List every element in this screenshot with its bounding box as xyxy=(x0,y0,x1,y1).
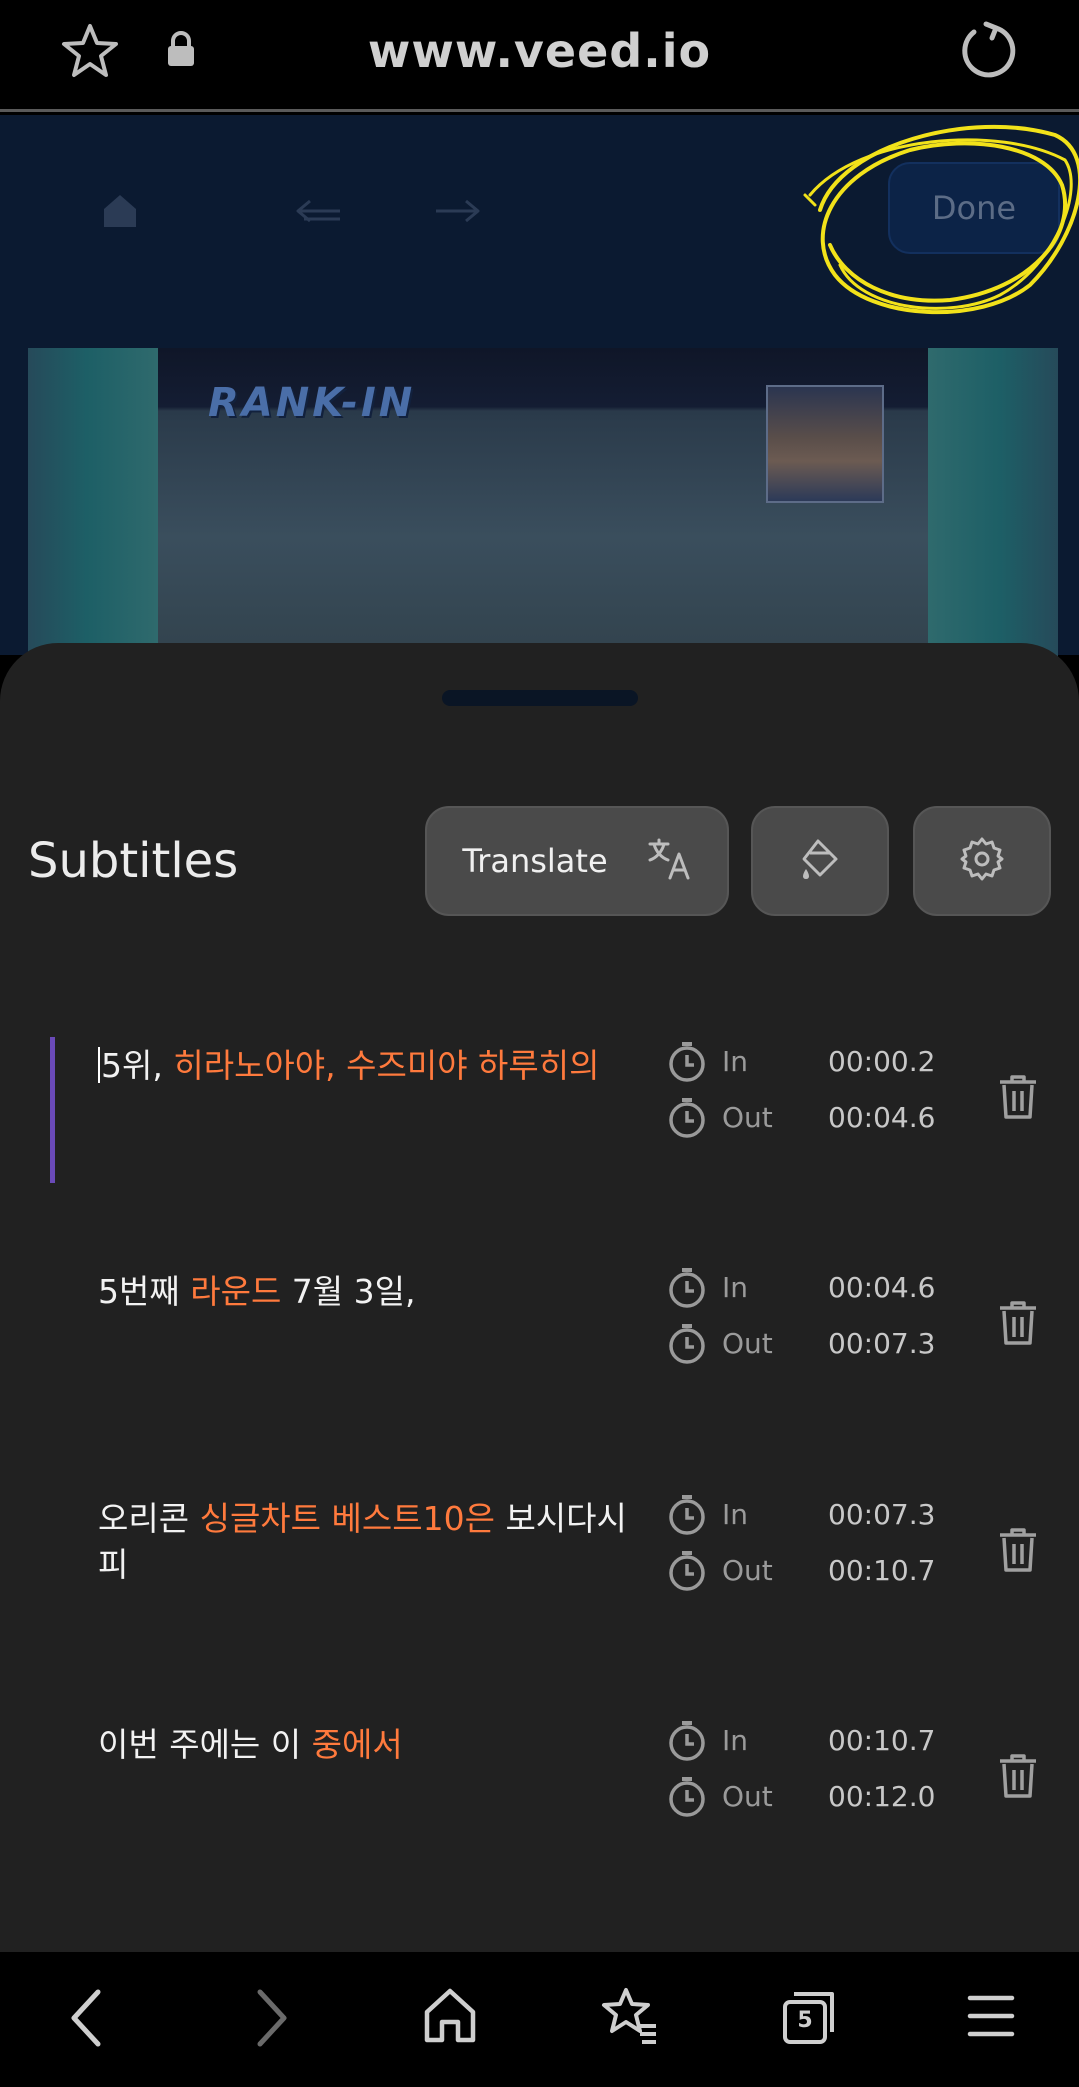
paint-bucket-icon xyxy=(796,835,844,887)
clock-icon xyxy=(667,1041,707,1087)
subtitles-sheet: Subtitles Translate 5위, 히라노아야, 수즈미야 하루히의… xyxy=(0,643,1079,1953)
subtitle-text[interactable]: 5위, 히라노아야, 수즈미야 하루히의 xyxy=(98,1043,638,1089)
time-out-label: Out xyxy=(722,1327,773,1360)
clock-icon xyxy=(667,1776,707,1822)
clock-icon xyxy=(667,1097,707,1143)
clock-icon xyxy=(667,1494,707,1540)
time-out-value[interactable]: 00:04.6 xyxy=(828,1101,935,1134)
clock-icon xyxy=(667,1720,707,1766)
translate-label: Translate xyxy=(462,842,608,880)
time-in-label: In xyxy=(722,1498,749,1531)
settings-button[interactable] xyxy=(913,806,1051,916)
subtitle-text[interactable]: 오리콘 싱글차트 베스트10은 보시다시피 xyxy=(98,1496,638,1588)
forward-icon[interactable] xyxy=(252,1986,292,2054)
time-in-value[interactable]: 00:00.2 xyxy=(828,1045,935,1078)
redo-icon[interactable] xyxy=(432,191,482,231)
subtitle-text[interactable]: 5번째 라운드 7월 3일, xyxy=(98,1269,638,1315)
browser-nav-bar: 5 xyxy=(0,1952,1079,2087)
editor-area: Done RANK-IN xyxy=(0,115,1079,768)
time-in-value[interactable]: 00:04.6 xyxy=(828,1271,935,1304)
time-out-value[interactable]: 00:12.0 xyxy=(828,1780,935,1813)
reload-icon[interactable] xyxy=(958,20,1018,84)
gear-icon xyxy=(958,835,1006,887)
home-icon[interactable] xyxy=(100,191,140,235)
yellow-circle-annotation xyxy=(800,115,1079,349)
browser-url-bar: www.veed.io xyxy=(0,0,1079,112)
trash-icon[interactable] xyxy=(996,1526,1040,1578)
sheet-title: Subtitles xyxy=(28,833,239,889)
translate-icon xyxy=(646,836,692,886)
clock-icon xyxy=(667,1267,707,1313)
time-in-label: In xyxy=(722,1271,749,1304)
bookmarks-icon[interactable] xyxy=(600,1986,660,2050)
time-out-value[interactable]: 00:07.3 xyxy=(828,1327,935,1360)
preview-overlay-text: RANK-IN xyxy=(208,380,416,426)
style-button[interactable] xyxy=(751,806,889,916)
time-in-label: In xyxy=(722,1045,749,1078)
undo-icon[interactable] xyxy=(294,191,344,231)
trash-icon[interactable] xyxy=(996,1073,1040,1125)
time-out-label: Out xyxy=(722,1554,773,1587)
clock-icon xyxy=(667,1323,707,1369)
back-icon[interactable] xyxy=(66,1986,106,2054)
time-out-value[interactable]: 00:10.7 xyxy=(828,1554,935,1587)
text-cursor xyxy=(98,1047,100,1083)
active-row-indicator xyxy=(50,1037,55,1183)
subtitle-row[interactable]: 이번 주에는 이 중에서 In 00:10.7 Out 00:12.0 xyxy=(0,1720,1079,1840)
translate-button[interactable]: Translate xyxy=(425,806,729,916)
preview-inset-image xyxy=(766,385,884,503)
clock-icon xyxy=(667,1550,707,1596)
url-text[interactable]: www.veed.io xyxy=(0,24,1079,78)
home-icon[interactable] xyxy=(422,1986,478,2050)
subtitle-row[interactable]: 오리콘 싱글차트 베스트10은 보시다시피 In 00:07.3 Out 00:… xyxy=(0,1494,1079,1614)
menu-icon[interactable] xyxy=(966,1986,1016,2050)
time-out-label: Out xyxy=(722,1101,773,1134)
sheet-drag-handle[interactable] xyxy=(442,690,638,706)
tabs-icon[interactable]: 5 xyxy=(780,1986,834,2046)
subtitle-row[interactable]: 5위, 히라노아야, 수즈미야 하루히의 In 00:00.2 Out 00:0… xyxy=(0,1037,1079,1183)
time-in-value[interactable]: 00:07.3 xyxy=(828,1498,935,1531)
time-in-label: In xyxy=(722,1724,749,1757)
tabs-count: 5 xyxy=(797,2008,813,2033)
time-in-value[interactable]: 00:10.7 xyxy=(828,1724,935,1757)
trash-icon[interactable] xyxy=(996,1752,1040,1804)
subtitle-row[interactable]: 5번째 라운드 7월 3일, In 00:04.6 Out 00:07.3 xyxy=(0,1267,1079,1387)
time-out-label: Out xyxy=(722,1780,773,1813)
subtitle-text[interactable]: 이번 주에는 이 중에서 xyxy=(98,1722,638,1768)
trash-icon[interactable] xyxy=(996,1299,1040,1351)
